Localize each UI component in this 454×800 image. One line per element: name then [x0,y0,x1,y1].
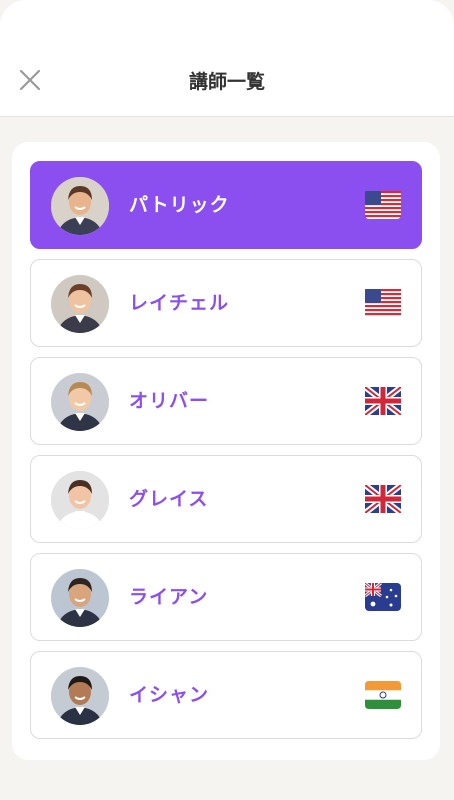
us-flag-icon [365,289,401,317]
avatar [51,569,109,627]
tutor-item[interactable]: ライアン [30,553,422,641]
close-button[interactable] [16,68,44,96]
australia-flag-icon [365,583,401,611]
avatar [51,177,109,235]
tutor-item[interactable]: オリバー [30,357,422,445]
us-flag-icon [365,191,401,219]
uk-flag-icon [365,387,401,415]
page-title: 講師一覧 [188,71,265,93]
avatar [51,667,109,725]
tutor-list: パトリック レイチェル オリバー グレイス ライアン イシャン [30,161,422,749]
tutor-list-screen: 講師一覧 パトリック レイチェル オリバー グレイス ライアン イシャン [0,0,454,800]
avatar [51,275,109,333]
india-flag-icon [365,681,401,709]
tutor-name: グレイス [129,488,209,510]
tutor-item[interactable]: グレイス [30,455,422,543]
avatar [51,373,109,431]
tutor-name: レイチェル [129,292,230,314]
tutor-name: イシャン [129,684,210,706]
tutor-item[interactable]: イシャン [30,651,422,739]
tutor-item[interactable]: レイチェル [30,259,422,347]
avatar [51,471,109,529]
close-icon [19,69,41,95]
tutor-name: オリバー [129,390,210,412]
tutor-name: ライアン [129,586,209,608]
header: 講師一覧 [0,0,454,117]
tutor-list-panel: パトリック レイチェル オリバー グレイス ライアン イシャン [12,142,440,760]
tutor-item[interactable]: パトリック [30,161,422,249]
uk-flag-icon [365,485,401,513]
tutor-name: パトリック [129,194,230,216]
